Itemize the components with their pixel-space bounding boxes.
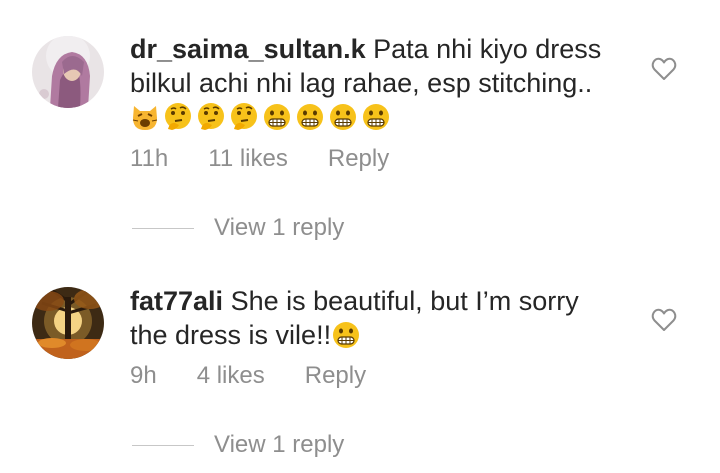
comment-text-part: the dress is vile!!: [130, 320, 332, 350]
comment-line-1: fat77ali She is beautiful, but I’m sorry: [130, 284, 630, 318]
comment-text: dr_saima_sultan.k Pata nhi kiyo dress bi…: [130, 32, 630, 132]
grimacing-face-emoji: [262, 102, 292, 132]
comment-text-part: She is beautiful, but I’m sorry: [223, 286, 579, 316]
comment-line-1: dr_saima_sultan.k Pata nhi kiyo dress: [130, 32, 630, 66]
thinking-face-emoji: [229, 102, 259, 132]
likes-count[interactable]: 4 likes: [197, 362, 265, 390]
thinking-face-emoji: [163, 102, 193, 132]
username-link[interactable]: dr_saima_sultan.k: [130, 34, 366, 64]
comment-text: fat77ali She is beautiful, but I’m sorry…: [130, 284, 630, 352]
avatar[interactable]: [32, 287, 104, 359]
view-replies-button[interactable]: View 1 reply: [132, 214, 344, 242]
weary-cat-emoji: [130, 102, 160, 132]
grimacing-face-emoji: [331, 320, 361, 350]
profile-photo-icon: [32, 36, 104, 108]
view-replies-button[interactable]: View 1 reply: [132, 431, 344, 459]
grimacing-face-emoji: [361, 102, 391, 132]
like-heart-icon[interactable]: [651, 308, 677, 332]
username-link[interactable]: fat77ali: [130, 286, 223, 316]
comment-meta: 9h 4 likes Reply: [130, 362, 366, 390]
emoji-row: [130, 102, 630, 132]
comment-time: 9h: [130, 362, 157, 389]
likes-count[interactable]: 11 likes: [208, 145, 288, 173]
like-heart-icon[interactable]: [651, 57, 677, 81]
reply-button[interactable]: Reply: [328, 145, 389, 173]
divider-line: [132, 227, 194, 229]
divider-line: [132, 444, 194, 446]
thinking-face-emoji: [196, 102, 226, 132]
comment-text-part: Pata nhi kiyo dress: [365, 34, 602, 64]
profile-photo-icon: [32, 287, 104, 359]
reply-button[interactable]: Reply: [305, 362, 366, 390]
avatar[interactable]: [32, 36, 104, 108]
comment-meta: 11h 11 likes Reply: [130, 145, 389, 173]
grimacing-face-emoji: [295, 102, 325, 132]
comment-line-2: bilkul achi nhi lag rahae, esp stitching…: [130, 68, 593, 98]
comment-time: 11h: [130, 145, 169, 172]
grimacing-face-emoji: [328, 102, 358, 132]
comment-line-2: the dress is vile!!: [130, 318, 630, 352]
view-replies-label: View 1 reply: [214, 214, 345, 241]
view-replies-label: View 1 reply: [214, 431, 345, 458]
